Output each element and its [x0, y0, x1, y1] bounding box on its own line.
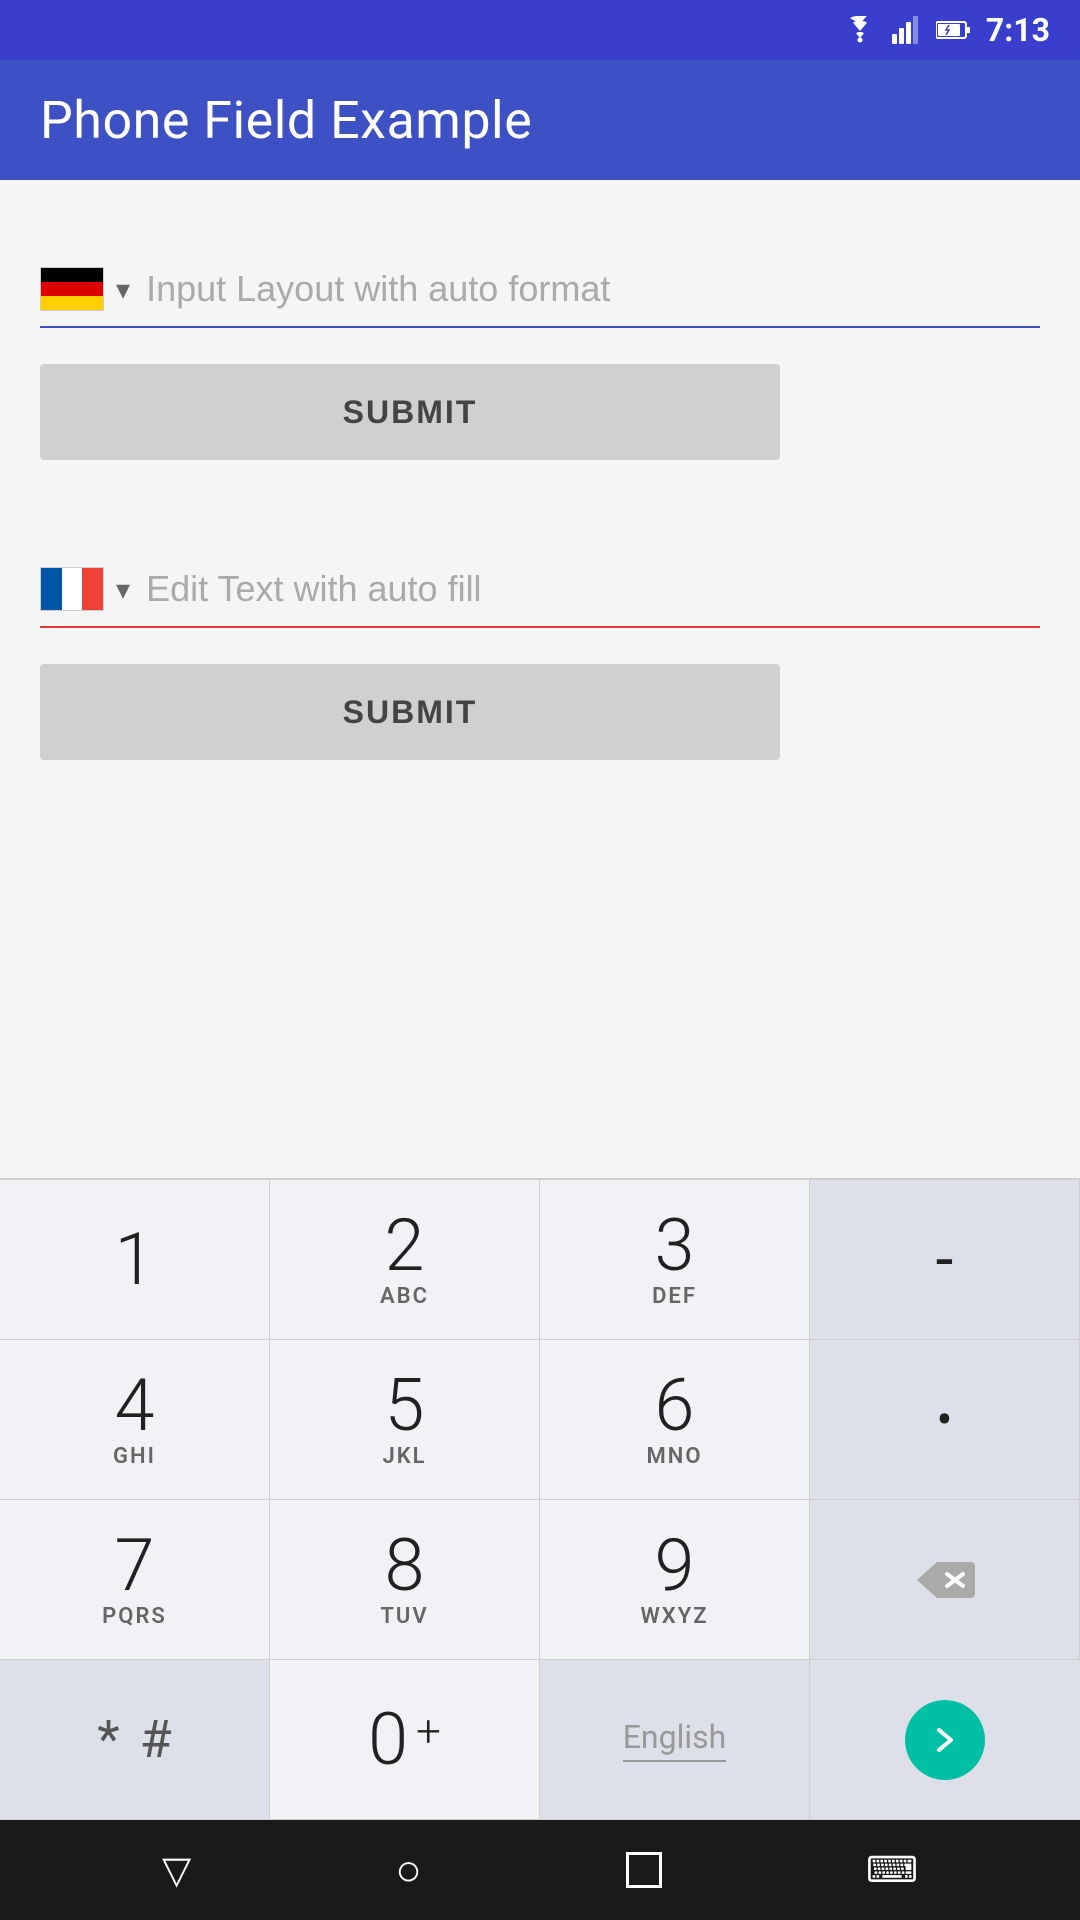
keyboard-nav-icon[interactable]: ⌨: [866, 1849, 918, 1891]
submit-button-1[interactable]: SUBMIT: [40, 364, 780, 460]
next-arrow-icon: [925, 1720, 965, 1760]
status-time: 7:13: [986, 11, 1050, 49]
app-bar: Phone Field Example: [0, 60, 1080, 180]
phone-row-2: ▾: [40, 560, 1040, 628]
key-8[interactable]: 8 TUV: [270, 1500, 540, 1660]
phone-input-1[interactable]: [146, 260, 1040, 318]
key-backspace[interactable]: [810, 1500, 1080, 1660]
form1: ▾ SUBMIT: [40, 260, 1040, 460]
dropdown-arrow-2: ▾: [116, 573, 130, 606]
germany-flag: [40, 267, 104, 311]
key-5[interactable]: 5 JKL: [270, 1340, 540, 1500]
key-star-hash[interactable]: * #: [0, 1660, 270, 1820]
key-9[interactable]: 9 WXYZ: [540, 1500, 810, 1660]
backspace-icon: [913, 1558, 977, 1602]
status-bar: 7:13: [0, 0, 1080, 60]
country-selector-1[interactable]: ▾: [40, 267, 146, 311]
home-nav-icon[interactable]: ○: [395, 1844, 422, 1896]
key-dash[interactable]: -: [810, 1180, 1080, 1340]
key-7[interactable]: 7 PQRS: [0, 1500, 270, 1660]
nav-bar: ▽ ○ ⌨: [0, 1820, 1080, 1920]
france-flag: [40, 567, 104, 611]
phone-row-1: ▾: [40, 260, 1040, 328]
battery-icon: [936, 20, 972, 40]
key-next[interactable]: [810, 1660, 1080, 1820]
key-3[interactable]: 3 DEF: [540, 1180, 810, 1340]
back-nav-icon[interactable]: ▽: [162, 1848, 191, 1893]
wifi-icon: [842, 16, 878, 44]
section-gap: [40, 460, 1040, 520]
status-icons: 7:13: [842, 11, 1050, 49]
key-2[interactable]: 2 ABC: [270, 1180, 540, 1340]
phone-input-2[interactable]: [146, 560, 1040, 618]
form2: ▾ SUBMIT: [40, 560, 1040, 760]
key-4[interactable]: 4 GHI: [0, 1340, 270, 1500]
app-bar-title: Phone Field Example: [40, 90, 532, 151]
main-content: ▾ SUBMIT ▾ SUBMIT: [0, 180, 1080, 1178]
keyboard-area: 1 2 ABC 3 DEF - 4 GHI 5 JKL 6 MNO •: [0, 1178, 1080, 1820]
key-6[interactable]: 6 MNO: [540, 1340, 810, 1500]
key-1[interactable]: 1: [0, 1180, 270, 1340]
signal-icon: [892, 16, 922, 44]
recents-nav-icon[interactable]: [626, 1852, 662, 1888]
key-english[interactable]: English: [540, 1660, 810, 1820]
dropdown-arrow-1: ▾: [116, 273, 130, 306]
submit-button-2[interactable]: SUBMIT: [40, 664, 780, 760]
country-selector-2[interactable]: ▾: [40, 567, 146, 611]
key-dot[interactable]: •: [810, 1340, 1080, 1500]
keyboard-grid: 1 2 ABC 3 DEF - 4 GHI 5 JKL 6 MNO •: [0, 1179, 1080, 1820]
key-0-plus[interactable]: 0 +: [270, 1660, 540, 1820]
